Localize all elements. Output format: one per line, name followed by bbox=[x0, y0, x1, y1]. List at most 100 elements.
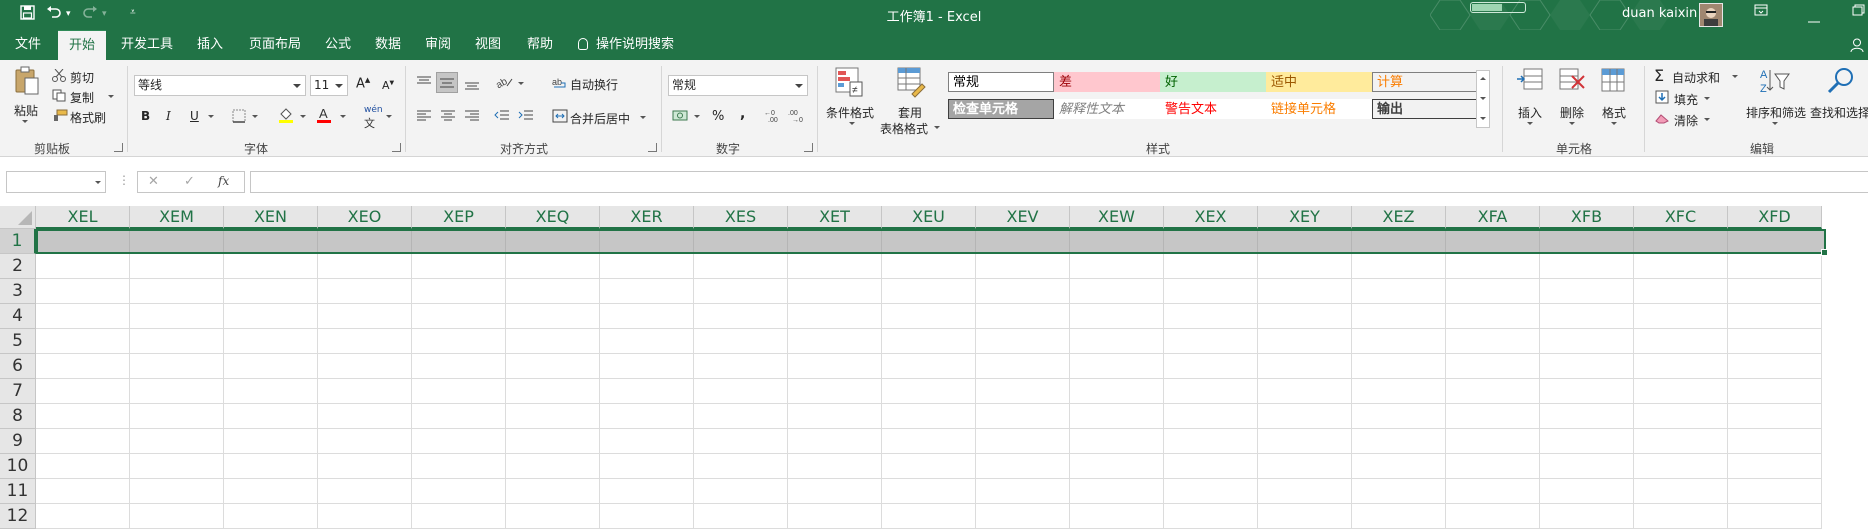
alignment-launcher-icon[interactable] bbox=[648, 143, 657, 152]
format-as-table-icon[interactable] bbox=[896, 66, 926, 101]
fill-handle[interactable] bbox=[1821, 249, 1828, 256]
column-header-xep[interactable]: XEP bbox=[412, 206, 506, 229]
formula-input[interactable] bbox=[250, 171, 1868, 193]
ribbon-display-icon[interactable] bbox=[1754, 4, 1768, 20]
cell-style-check-cell[interactable]: 检查单元格 bbox=[948, 99, 1054, 119]
format-painter-button[interactable]: 格式刷 bbox=[70, 109, 106, 126]
align-right-icon[interactable] bbox=[464, 109, 480, 126]
cut-button[interactable]: 剪切 bbox=[70, 69, 94, 86]
format-cells-icon[interactable] bbox=[1600, 66, 1628, 97]
insert-cells-icon[interactable] bbox=[1516, 66, 1544, 97]
underline-button[interactable]: U bbox=[190, 109, 199, 123]
cell-style-neutral[interactable]: 适中 bbox=[1266, 72, 1372, 92]
tab-data[interactable]: 数据 bbox=[368, 30, 408, 60]
format-painter-icon[interactable] bbox=[52, 109, 68, 125]
tab-home[interactable]: 开始 bbox=[58, 30, 106, 60]
autosum-dropdown-icon[interactable] bbox=[1732, 75, 1738, 78]
row-header-11[interactable]: 11 bbox=[0, 479, 36, 504]
delete-dropdown-icon[interactable] bbox=[1569, 122, 1575, 125]
column-header-xfc[interactable]: XFC bbox=[1634, 206, 1728, 229]
shrink-font-button[interactable]: A▼ bbox=[382, 79, 394, 92]
format-as-table-label-1[interactable]: 套用 bbox=[898, 104, 922, 121]
tab-view[interactable]: 视图 bbox=[468, 30, 508, 60]
tab-page-layout[interactable]: 页面布局 bbox=[242, 30, 308, 60]
autosum-icon[interactable]: Σ bbox=[1654, 66, 1664, 85]
row-header-3[interactable]: 3 bbox=[0, 279, 36, 304]
copy-icon[interactable] bbox=[52, 89, 66, 105]
name-box[interactable] bbox=[6, 171, 106, 193]
sort-filter-dropdown-icon[interactable] bbox=[1772, 122, 1778, 125]
format-as-table-label-2[interactable]: 表格格式 bbox=[880, 120, 928, 137]
borders-dropdown-icon[interactable] bbox=[252, 115, 258, 118]
clear-icon[interactable] bbox=[1655, 112, 1669, 127]
merge-dropdown-icon[interactable] bbox=[640, 116, 646, 119]
column-header-xeo[interactable]: XEO bbox=[318, 206, 412, 229]
column-header-xeq[interactable]: XEQ bbox=[506, 206, 600, 229]
cell-style-good[interactable]: 好 bbox=[1160, 72, 1266, 92]
tab-insert[interactable]: 插入 bbox=[190, 30, 230, 60]
clipboard-launcher-icon[interactable] bbox=[114, 143, 123, 152]
tell-me-search[interactable]: 操作说明搜索 bbox=[578, 30, 674, 60]
row-header-4[interactable]: 4 bbox=[0, 304, 36, 329]
borders-icon[interactable] bbox=[232, 109, 246, 126]
column-header-xfd[interactable]: XFD bbox=[1728, 206, 1822, 229]
column-header-xfa[interactable]: XFA bbox=[1446, 206, 1540, 229]
clear-dropdown-icon[interactable] bbox=[1704, 118, 1710, 121]
font-launcher-icon[interactable] bbox=[392, 143, 401, 152]
number-launcher-icon[interactable] bbox=[804, 143, 813, 152]
underline-dropdown-icon[interactable] bbox=[208, 115, 214, 118]
share-person-icon[interactable] bbox=[1850, 38, 1864, 52]
paste-dropdown-icon[interactable] bbox=[22, 120, 28, 123]
avatar[interactable] bbox=[1699, 3, 1723, 27]
column-header-xel[interactable]: XEL bbox=[36, 206, 130, 229]
sort-filter-icon[interactable]: AZ bbox=[1760, 66, 1790, 99]
gallery-more-icon[interactable] bbox=[1480, 117, 1486, 120]
increase-indent-icon[interactable] bbox=[518, 109, 534, 126]
row-header-7[interactable]: 7 bbox=[0, 379, 36, 404]
delete-cells-button[interactable]: 删除 bbox=[1560, 104, 1584, 121]
copy-button[interactable]: 复制 bbox=[70, 89, 94, 106]
column-header-xem[interactable]: XEM bbox=[130, 206, 224, 229]
fill-color-icon[interactable] bbox=[278, 106, 294, 127]
find-select-icon[interactable] bbox=[1826, 66, 1856, 99]
number-format-combo[interactable]: 常规 bbox=[668, 75, 808, 96]
row-header-1[interactable]: 1 bbox=[0, 229, 36, 254]
cell-style-bad[interactable]: 差 bbox=[1054, 72, 1160, 92]
format-cells-button[interactable]: 格式 bbox=[1602, 104, 1626, 121]
row-header-10[interactable]: 10 bbox=[0, 454, 36, 479]
merge-center-button[interactable]: 合并后居中 bbox=[570, 110, 630, 127]
copy-dropdown-icon[interactable] bbox=[108, 95, 114, 98]
tab-developer[interactable]: 开发工具 bbox=[114, 30, 180, 60]
cancel-icon[interactable]: ✕ bbox=[148, 174, 159, 189]
orientation-icon[interactable]: ab bbox=[494, 75, 514, 92]
user-name[interactable]: duan kaixin bbox=[1622, 6, 1697, 21]
fill-icon[interactable] bbox=[1655, 90, 1669, 107]
align-top-icon[interactable] bbox=[416, 75, 432, 92]
delete-cells-icon[interactable] bbox=[1558, 66, 1586, 97]
column-header-xet[interactable]: XET bbox=[788, 206, 882, 229]
column-header-xew[interactable]: XEW bbox=[1070, 206, 1164, 229]
insert-dropdown-icon[interactable] bbox=[1527, 122, 1533, 125]
currency-icon[interactable] bbox=[672, 108, 690, 125]
tab-file[interactable]: 文件 bbox=[6, 30, 50, 60]
row-header-8[interactable]: 8 bbox=[0, 404, 36, 429]
find-select-button[interactable]: 查找和选择 bbox=[1810, 104, 1868, 121]
row-header-2[interactable]: 2 bbox=[0, 254, 36, 279]
sort-filter-button[interactable]: 排序和筛选 bbox=[1746, 104, 1806, 121]
formula-bar-splitter[interactable]: ⋮ bbox=[118, 173, 130, 187]
wrap-text-icon[interactable]: ab bbox=[552, 75, 568, 92]
tab-formulas[interactable]: 公式 bbox=[318, 30, 358, 60]
column-header-xes[interactable]: XES bbox=[694, 206, 788, 229]
bold-button[interactable]: B bbox=[141, 109, 150, 123]
align-center-icon[interactable] bbox=[440, 109, 456, 126]
comma-button[interactable]: , bbox=[740, 106, 745, 122]
align-middle-icon[interactable] bbox=[436, 72, 458, 93]
wrap-text-button[interactable]: 自动换行 bbox=[570, 76, 618, 93]
fill-dropdown-icon[interactable] bbox=[1704, 97, 1710, 100]
gallery-up-icon[interactable] bbox=[1480, 77, 1486, 80]
orientation-dropdown-icon[interactable] bbox=[518, 82, 524, 85]
align-bottom-icon[interactable] bbox=[464, 77, 480, 94]
fill-button[interactable]: 填充 bbox=[1674, 91, 1698, 108]
gallery-scroll[interactable] bbox=[1476, 70, 1490, 128]
phonetic-guide-button[interactable]: wén 文 bbox=[364, 105, 383, 131]
